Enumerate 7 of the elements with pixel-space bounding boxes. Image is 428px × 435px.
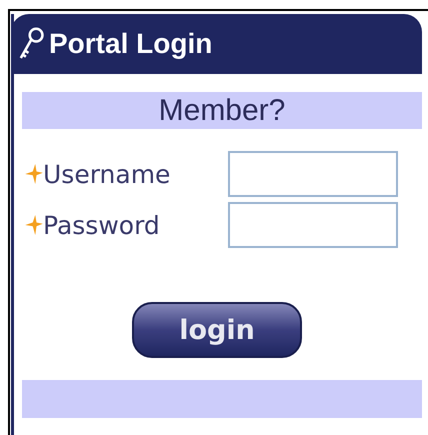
member-heading: Member? bbox=[158, 94, 286, 128]
field-label: Username bbox=[43, 160, 170, 188]
input-field[interactable] bbox=[228, 151, 398, 197]
login-button[interactable]: login bbox=[132, 302, 302, 358]
field-label: Password bbox=[43, 210, 160, 240]
input-field[interactable] bbox=[228, 202, 398, 248]
panel-title: Portal Login bbox=[49, 28, 212, 60]
